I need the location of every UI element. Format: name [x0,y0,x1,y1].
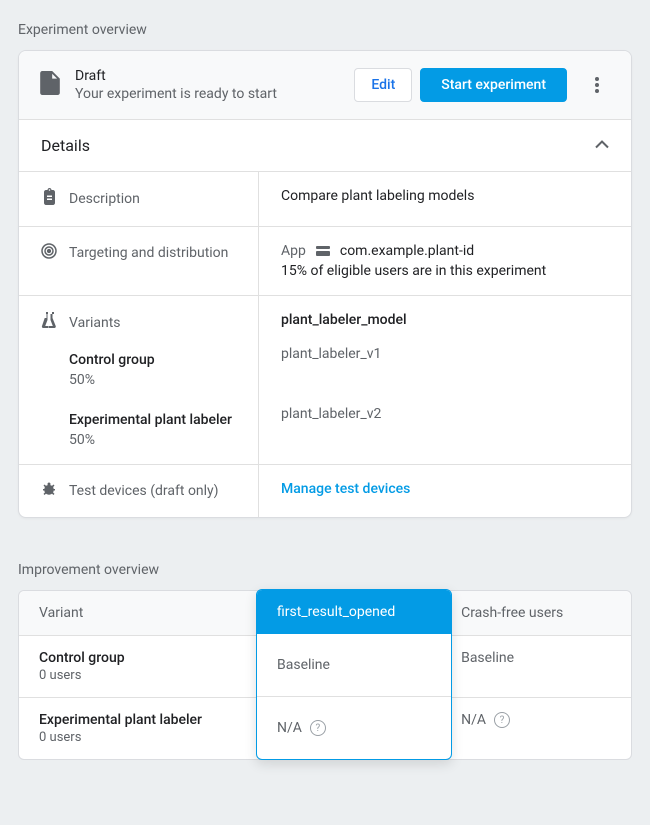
experiment-header: Draft Your experiment is ready to start … [19,51,631,120]
app-id: com.example.plant-id [340,243,474,259]
variant-experimental-percent: 50% [69,432,236,448]
row-secondary-value: Baseline [461,650,514,666]
variant-control: Control group 50% [69,352,236,388]
overflow-menu-icon[interactable] [579,67,615,103]
variants-label: Variants [69,315,121,331]
clipboard-icon [41,188,69,210]
variant-experimental-value: plant_labeler_v2 [281,406,609,422]
variant-control-name: Control group [69,352,236,368]
details-header[interactable]: Details [19,120,631,172]
chevron-up-icon [595,137,609,155]
distribution-text: 15% of eligible users are in this experi… [281,263,609,279]
row-secondary-value: N/A [461,712,486,728]
experiment-status: Draft [75,68,346,84]
details-title: Details [41,136,90,155]
row-variant-name: Experimental plant labeler [39,712,231,728]
row-variant-users: 0 users [39,668,231,683]
android-icon [316,246,330,256]
help-icon[interactable]: ? [494,712,510,728]
experiment-subtitle: Your experiment is ready to start [75,86,346,102]
test-devices-label: Test devices (draft only) [69,483,219,499]
target-icon [41,243,69,263]
row-variant-users: 0 users [39,730,231,745]
variant-param-name: plant_labeler_model [281,312,609,328]
app-prefix: App [281,243,306,259]
edit-button[interactable]: Edit [354,68,412,102]
column-variant: Variant [19,591,251,635]
section-improvement-overview: Improvement overview [18,558,632,590]
variant-experimental: Experimental plant labeler 50% [69,412,236,448]
start-experiment-button[interactable]: Start experiment [420,68,567,102]
variant-control-percent: 50% [69,372,236,388]
row-variant-name: Control group [39,650,231,666]
column-crash-free: Crash-free users [441,591,631,635]
primary-metric-header: first_result_opened [257,590,451,634]
flask-icon [41,312,69,334]
document-icon [39,71,61,99]
variant-experimental-name: Experimental plant labeler [69,412,236,428]
section-experiment-overview: Experiment overview [18,18,632,50]
experiment-card: Draft Your experiment is ready to start … [18,50,632,518]
description-value: Compare plant labeling models [281,188,474,204]
row-primary-value: Baseline [277,657,330,673]
bug-icon [41,481,69,501]
variant-control-value: plant_labeler_v1 [281,346,609,362]
primary-metric-column[interactable]: first_result_opened Baseline N/A ? [256,589,452,760]
row-primary-value: N/A [277,720,302,736]
help-icon[interactable]: ? [310,720,326,736]
targeting-label: Targeting and distribution [69,245,228,261]
description-label: Description [69,191,140,207]
manage-test-devices-link[interactable]: Manage test devices [281,481,410,497]
